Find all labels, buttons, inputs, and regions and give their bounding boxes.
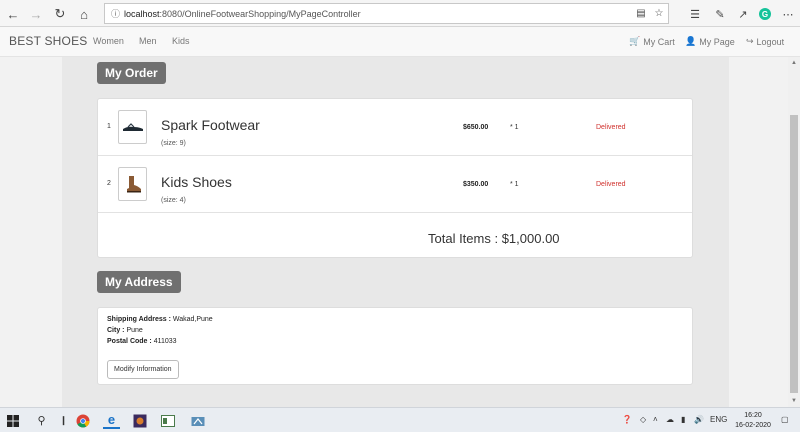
app-icon-window[interactable]: [159, 412, 176, 429]
windows-logo-icon: [6, 414, 19, 427]
scroll-up-icon[interactable]: ▲: [788, 57, 800, 69]
more-menu-icon[interactable]: ⋯: [779, 5, 797, 23]
back-arrow-icon[interactable]: ←: [3, 4, 23, 24]
nav-link-men[interactable]: Men: [139, 36, 157, 46]
refresh-icon[interactable]: ↻: [50, 4, 70, 24]
product-size: (size: 9): [161, 140, 186, 147]
system-clock[interactable]: 16:20 16-02-2020: [731, 411, 775, 431]
my-page-link[interactable]: 👤 My Page: [685, 36, 735, 47]
product-name[interactable]: Spark Footwear: [161, 117, 260, 133]
postal-code-value: 411033: [153, 338, 177, 345]
onedrive-icon[interactable]: ☁: [666, 415, 674, 424]
order-row: 1 Spark Footwear (size: 9) $650.00 * 1 D…: [98, 99, 692, 156]
product-thumbnail[interactable]: [118, 167, 147, 201]
browser-toolbar: ← → ↻ ⌂ ⓘ localhost:8080/OnlineFootwearS…: [0, 0, 800, 27]
city-label: City :: [107, 327, 125, 334]
order-status: Delivered: [596, 124, 626, 131]
city-line: City : Pune: [107, 327, 143, 334]
windows-start-icon[interactable]: [4, 412, 21, 429]
product-thumbnail[interactable]: [118, 110, 147, 144]
scroll-thumb[interactable]: [790, 115, 798, 393]
logout-icon: ↪: [746, 36, 754, 46]
edge-browser-icon[interactable]: e: [103, 412, 120, 429]
site-navbar: BEST SHOES Women Men Kids 🛒 My Cart 👤 My…: [0, 27, 800, 57]
volume-icon[interactable]: 🔊: [694, 415, 704, 424]
product-price: $350.00: [463, 181, 489, 188]
order-row: 2 Kids Shoes (size: 4) $350.00 * 1 Deliv…: [98, 156, 692, 213]
window-app-icon: [160, 414, 175, 427]
shipping-address-label: Shipping Address :: [107, 316, 171, 323]
order-panel: 1 Spark Footwear (size: 9) $650.00 * 1 D…: [97, 98, 693, 258]
user-icon: 👤: [685, 36, 697, 46]
reading-view-icon[interactable]: ▤: [632, 8, 650, 19]
favorite-star-icon[interactable]: ☆: [650, 8, 668, 19]
scroll-down-icon[interactable]: ▼: [788, 395, 800, 407]
product-quantity: * 1: [510, 181, 519, 188]
app-icon-ide[interactable]: [189, 412, 206, 429]
share-icon[interactable]: ↗: [734, 5, 752, 23]
cart-icon: 🛒: [629, 36, 641, 46]
logout-label: Logout: [756, 36, 785, 47]
sandal-icon: [122, 123, 143, 131]
info-icon[interactable]: ⓘ: [111, 7, 120, 20]
ide-app-icon: [191, 416, 204, 426]
pen-icon[interactable]: ✎: [711, 5, 729, 23]
boot-icon: [126, 176, 141, 193]
nav-link-kids[interactable]: Kids: [172, 36, 190, 46]
clock-time: 16:20: [744, 412, 762, 419]
shipping-address-line: Shipping Address : Wakad,Pune: [107, 316, 213, 323]
chrome-icon[interactable]: [74, 412, 91, 429]
battery-icon[interactable]: ▮: [681, 415, 685, 424]
city-value: Pune: [126, 327, 143, 334]
grammarly-extension-icon[interactable]: G: [756, 5, 774, 23]
row-index: 2: [107, 180, 111, 187]
logout-link[interactable]: ↪ Logout: [746, 36, 784, 47]
modify-information-button[interactable]: Modify Information: [107, 360, 179, 379]
help-icon[interactable]: ❓: [622, 415, 632, 424]
order-status: Delivered: [596, 181, 626, 188]
address-panel: Shipping Address : Wakad,Pune City : Pun…: [97, 307, 693, 385]
my-address-heading: My Address: [97, 271, 181, 293]
postal-code-line: Postal Code : 411033: [107, 338, 177, 345]
my-order-heading: My Order: [97, 62, 166, 84]
product-quantity: * 1: [510, 124, 519, 131]
postal-code-label: Postal Code :: [107, 338, 152, 345]
row-index: 1: [107, 123, 111, 130]
page-scrollbar[interactable]: ▲ ▼: [788, 57, 800, 407]
media-app-icon: [133, 414, 146, 427]
windows-taskbar: ⚲ ❙ e ❓ ◇ ˄ ☁ ▮ 🔊 ENG 16:20 16-02-2020 ▢: [0, 407, 800, 432]
language-indicator[interactable]: ENG: [710, 415, 727, 424]
favorites-list-icon[interactable]: ☰: [686, 5, 704, 23]
shipping-address-value: Wakad,Pune: [172, 316, 213, 323]
product-price: $650.00: [463, 124, 489, 131]
address-bar[interactable]: ⓘ localhost:8080/OnlineFootwearShopping/…: [104, 3, 669, 24]
chrome-logo-icon: [76, 414, 89, 427]
brand-logo[interactable]: BEST SHOES: [9, 34, 87, 48]
app-icon-media[interactable]: [131, 412, 148, 429]
dropbox-icon[interactable]: ◇: [640, 415, 646, 424]
clock-date: 16-02-2020: [735, 422, 771, 429]
home-icon[interactable]: ⌂: [74, 4, 94, 24]
notification-icon[interactable]: ▢: [781, 415, 789, 424]
search-icon[interactable]: ⚲: [33, 412, 50, 429]
url-text: localhost:8080/OnlineFootwearShopping/My…: [124, 8, 361, 19]
order-total: Total Items : $1,000.00: [428, 231, 560, 246]
my-cart-link[interactable]: 🛒 My Cart: [629, 36, 675, 47]
forward-arrow-icon[interactable]: →: [26, 4, 46, 24]
nav-link-women[interactable]: Women: [93, 36, 124, 46]
product-size: (size: 4): [161, 197, 186, 204]
tray-expand-icon[interactable]: ˄: [653, 415, 658, 424]
my-page-label: My Page: [699, 36, 735, 47]
product-name[interactable]: Kids Shoes: [161, 174, 232, 190]
task-view-icon[interactable]: ❙: [55, 412, 72, 429]
my-cart-label: My Cart: [643, 36, 675, 47]
